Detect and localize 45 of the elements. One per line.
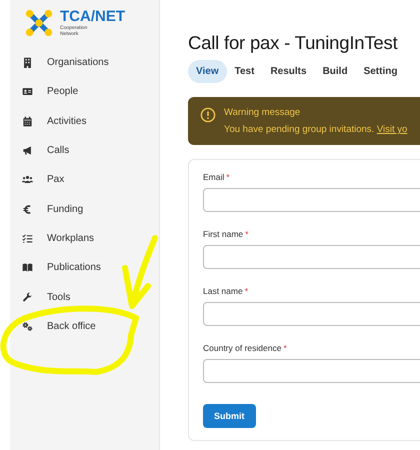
logo-icon (24, 8, 54, 38)
checklist-icon (22, 232, 33, 244)
wrench-icon (22, 292, 33, 303)
logo-name: TCA/NET (60, 9, 125, 25)
building-icon (22, 57, 33, 68)
megaphone-icon (22, 145, 33, 156)
tab[interactable]: Results (262, 60, 315, 83)
sidebar-item[interactable]: Organisations (10, 48, 159, 78)
users-icon (22, 174, 33, 186)
required-mark: * (245, 229, 248, 239)
sidebar-item[interactable]: Back office (10, 312, 159, 341)
sidebar-item[interactable]: Publications (10, 253, 159, 282)
visit-link[interactable]: Visit yo (376, 124, 408, 135)
input-field[interactable] (203, 359, 420, 383)
input-field[interactable] (203, 302, 420, 326)
input-field[interactable] (203, 188, 420, 212)
page-title: Call for pax - TuningInTest (188, 32, 399, 54)
tab[interactable]: Test (226, 60, 262, 83)
required-mark: * (244, 286, 248, 296)
sidebar-item[interactable]: Calls (10, 136, 159, 166)
warning-text: You have pending group invitations. Visit yo (224, 124, 408, 135)
required-mark: * (283, 343, 287, 353)
book-icon (22, 262, 33, 274)
calendar-icon (22, 116, 33, 127)
sidebar-item[interactable]: Workplans (10, 224, 159, 254)
sidebar-item[interactable]: Funding (10, 194, 159, 224)
gears-icon (22, 320, 33, 332)
warning-title: Warning message (224, 107, 302, 118)
tab[interactable]: View (188, 60, 227, 83)
sidebar-item[interactable]: Pax (10, 165, 159, 194)
warning-icon (200, 107, 216, 123)
tab[interactable]: Build (314, 60, 356, 83)
sidebar-item[interactable]: People (10, 77, 159, 107)
input-field[interactable] (203, 245, 420, 269)
field-label: Email * (203, 172, 230, 182)
field-label: Country of residence * (203, 343, 287, 353)
required-mark: * (226, 172, 230, 182)
field-label: First name * (203, 229, 248, 239)
sidebar-item[interactable]: Activities (10, 106, 159, 136)
id-card-icon (22, 86, 33, 98)
tab[interactable]: Setting (356, 60, 406, 83)
field-label: Last name * (203, 286, 248, 296)
euro-icon (22, 204, 33, 215)
submit-button[interactable]: Submit (203, 404, 256, 428)
sidebar-item[interactable]: Tools (10, 282, 159, 312)
